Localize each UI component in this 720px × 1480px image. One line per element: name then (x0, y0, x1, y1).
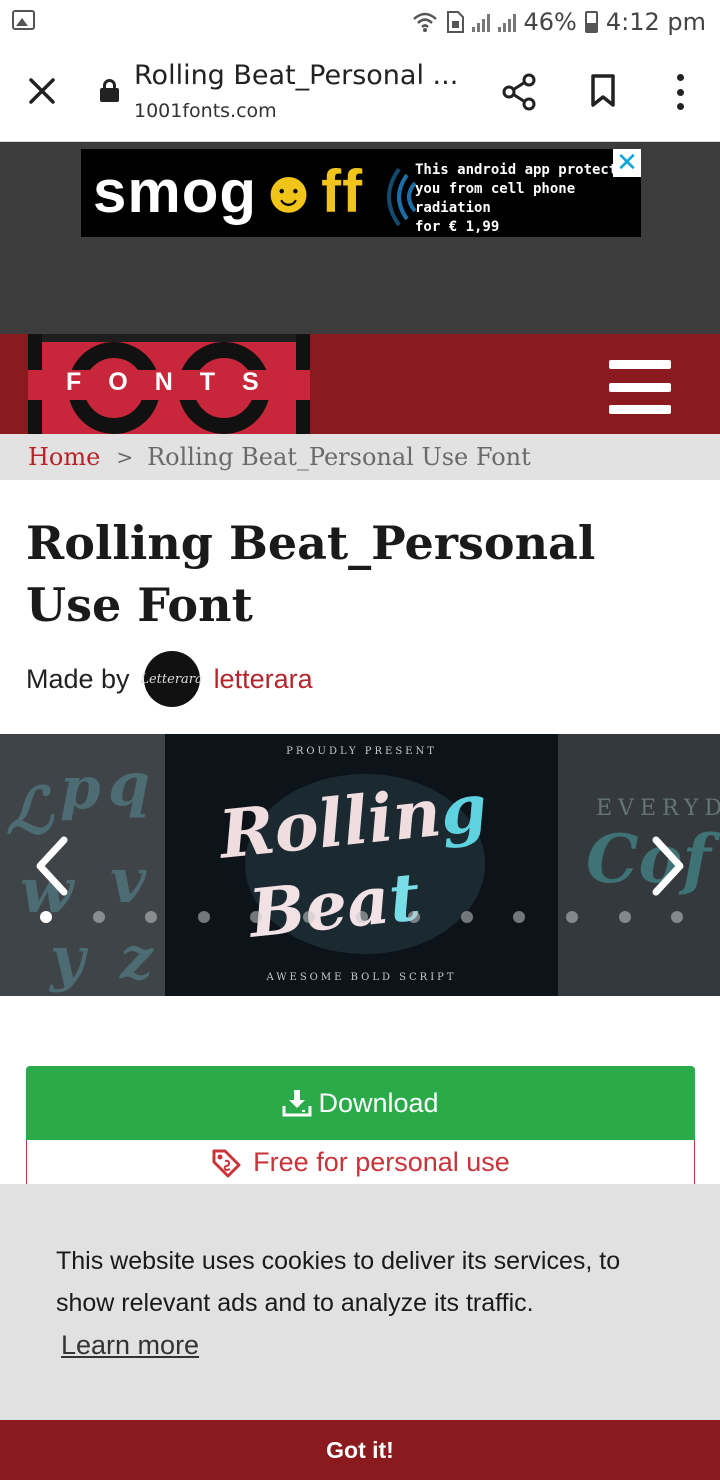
site-header: FONTS (0, 334, 720, 434)
license-label: Free for personal use (253, 1147, 510, 1177)
next-slide-heading: EVERYD (596, 796, 720, 821)
carousel-dot[interactable] (303, 911, 315, 923)
download-button[interactable]: Download (26, 1066, 695, 1140)
made-by: Made by Letterara letterara (26, 650, 313, 708)
more-vert-icon[interactable] (666, 74, 694, 110)
price-tag-icon (212, 1149, 241, 1177)
ad-close-button[interactable]: ✕ (613, 149, 641, 177)
browser-page-title[interactable]: Rolling Beat_Personal ... (134, 60, 464, 91)
signal-strength-2-icon (497, 12, 516, 32)
bookmark-icon[interactable] (590, 74, 616, 108)
learn-more-link[interactable]: Learn more (61, 1330, 199, 1361)
carousel-pagination (40, 911, 686, 923)
author-avatar[interactable]: Letterara (140, 651, 203, 707)
carousel-dot[interactable] (197, 911, 210, 923)
clock: 4:12 pm (605, 8, 706, 36)
slide-footer-text: AWESOME BOLD SCRIPT (266, 972, 457, 983)
lock-icon (100, 79, 119, 102)
signal-strength-icon (471, 12, 490, 32)
ad-banner[interactable]: smog☻ff This android app protects you fr… (81, 149, 641, 237)
carousel-slide-main[interactable]: PROUDLY PRESENT Rolling Beat AWESOME BOL… (165, 734, 558, 996)
cookie-message: This website uses cookies to deliver its… (56, 1247, 621, 1317)
chevron-left-icon[interactable] (32, 834, 72, 898)
status-bar-right: 46% 4:12 pm (412, 6, 706, 38)
carousel-dot[interactable] (618, 911, 631, 923)
browser-url[interactable]: 1001fonts.com (134, 100, 277, 122)
browser-toolbar: Rolling Beat_Personal ... 1001fonts.com (0, 44, 720, 142)
hamburger-icon[interactable] (609, 360, 671, 414)
ad-area: smog☻ff This android app protects you fr… (0, 142, 720, 334)
font-preview-carousel[interactable]: ℒ p q w v y z PROUDLY PRESENT Rolling Be… (0, 734, 720, 996)
carousel-dot[interactable] (408, 911, 421, 923)
ad-brand-logo: smog☻ff (93, 158, 364, 225)
share-icon[interactable] (500, 72, 540, 112)
wifi-icon (412, 12, 437, 32)
close-icon (29, 78, 55, 104)
carousel-dot[interactable] (92, 911, 105, 923)
download-label: Download (318, 1087, 439, 1118)
page-title: Rolling Beat_Personal Use Font (26, 516, 596, 632)
breadcrumb: Home > Rolling Beat_Personal Use Font (0, 434, 720, 480)
download-icon (282, 1090, 312, 1117)
breadcrumb-home-link[interactable]: Home (28, 443, 100, 471)
author-link[interactable]: letterara (214, 664, 313, 695)
slide-kicker: PROUDLY PRESENT (286, 746, 437, 757)
carousel-dot[interactable] (250, 911, 263, 923)
carousel-dot[interactable] (40, 911, 52, 923)
carousel-dot[interactable] (671, 911, 684, 923)
carousel-dot[interactable] (355, 911, 368, 923)
ad-text: This android app protects you from cell … (415, 162, 626, 235)
license-info[interactable]: Free for personal use (26, 1140, 695, 1186)
sim-card-icon (446, 11, 464, 33)
breadcrumb-separator: > (116, 445, 134, 469)
made-by-label: Made by (26, 663, 130, 694)
logo-text: FONTS (66, 368, 286, 396)
battery-icon (584, 11, 598, 33)
gallery-notification-icon (12, 10, 35, 30)
carousel-dot[interactable] (566, 911, 578, 923)
carousel-dot[interactable] (460, 911, 473, 923)
carousel-dot[interactable] (513, 911, 526, 923)
cookie-accept-button[interactable]: Got it! (0, 1420, 720, 1480)
chevron-right-icon[interactable] (648, 834, 688, 898)
carousel-dot[interactable] (145, 911, 158, 923)
status-bar: 46% 4:12 pm (0, 0, 720, 44)
carousel-slide-previous[interactable]: ℒ p q w v y z (0, 734, 165, 996)
close-tab-button[interactable] (26, 75, 58, 107)
breadcrumb-current: Rolling Beat_Personal Use Font (147, 443, 531, 471)
battery-percentage: 46% (523, 8, 577, 36)
cookie-banner: This website uses cookies to deliver its… (0, 1184, 720, 1420)
site-logo[interactable]: FONTS (28, 334, 310, 434)
carousel-slide-next[interactable]: EVERYD Cof (558, 734, 720, 996)
